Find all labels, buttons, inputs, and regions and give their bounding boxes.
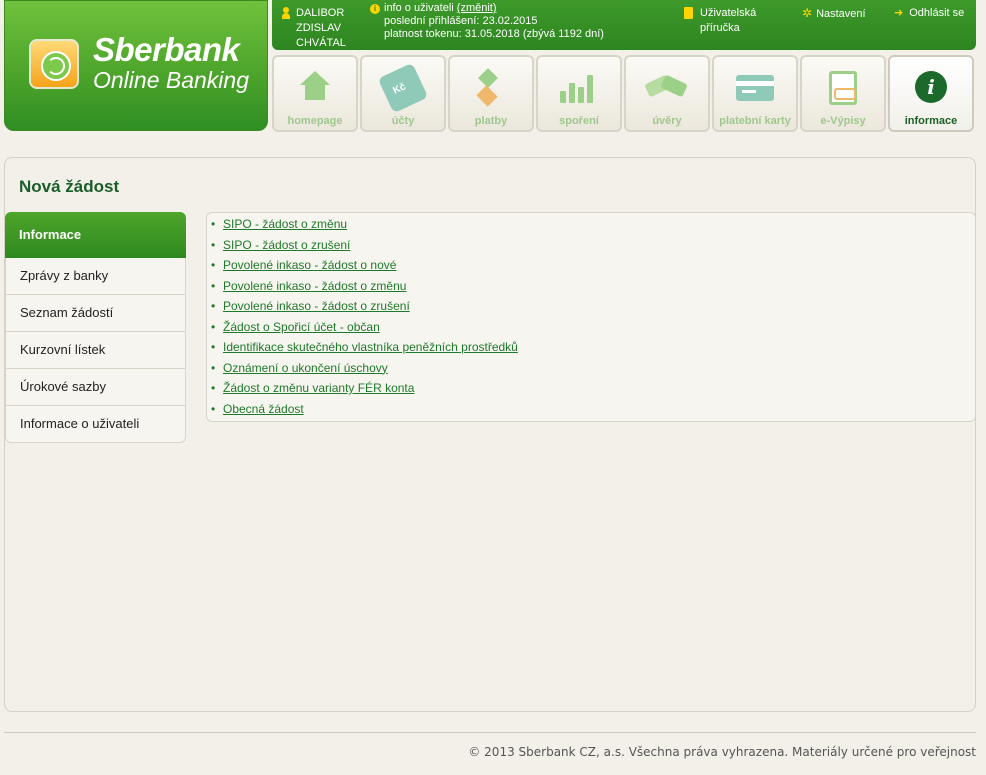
footer-copyright: © 2013 Sberbank CZ, a.s. Všechna práva v…	[468, 745, 976, 759]
settings-link[interactable]: ✲ Nastavení	[802, 6, 866, 20]
change-user-link[interactable]: (změnit)	[457, 2, 497, 14]
home-icon	[300, 71, 330, 101]
card-icon	[736, 75, 774, 101]
savings-chart-icon	[560, 73, 598, 103]
tab-homepage[interactable]: homepage	[272, 55, 358, 132]
tab-savings[interactable]: spoření	[536, 55, 622, 132]
main-nav: homepage účty platby spoření úvěry plate…	[272, 55, 976, 132]
page-title: Nová žádost	[19, 177, 120, 196]
tab-payments[interactable]: platby	[448, 55, 534, 132]
sidemenu-item-informace-o-uzivateli[interactable]: Informace o uživateli	[5, 406, 186, 443]
sberbank-logo-icon	[29, 39, 79, 89]
list-item: • Žádost o Spořicí účet - občan	[211, 319, 380, 334]
request-link[interactable]: Žádost o Spořicí účet - občan	[223, 320, 380, 334]
payments-icon	[471, 69, 511, 109]
request-link[interactable]: SIPO - žádost o změnu	[223, 217, 347, 231]
brand-logo[interactable]: Sberbank Online Banking	[4, 0, 268, 131]
tab-accounts[interactable]: účty	[360, 55, 446, 132]
statement-doc-icon	[829, 71, 857, 105]
gear-icon: ✲	[802, 6, 813, 20]
list-item: • Identifikace skutečného vlastníka peněž…	[211, 340, 518, 354]
logout-link[interactable]: ➜ Odhlásit se	[894, 6, 964, 19]
list-item: • Oznámení o ukončení úschovy	[211, 360, 388, 375]
list-item: • Žádost o změnu varianty FÉR konta	[211, 381, 415, 395]
side-menu: Informace Zprávy z banky Seznam žádostí …	[5, 212, 186, 443]
tab-loans[interactable]: úvěry	[624, 55, 710, 132]
request-link[interactable]: Oznámení o ukončení úschovy	[223, 361, 388, 375]
accounts-tag-icon	[377, 62, 429, 114]
request-link[interactable]: Žádost o změnu varianty FÉR konta	[223, 381, 414, 395]
brand-name: Sberbank	[93, 31, 240, 68]
arrow-right-icon: ➜	[894, 7, 904, 19]
last-login: poslední přihlášení: 23.02.2015	[384, 15, 538, 27]
tab-information[interactable]: i informace	[888, 55, 974, 132]
info-small-icon: i	[370, 4, 380, 14]
footer-divider	[4, 732, 976, 733]
brand-subtitle: Online Banking	[93, 67, 249, 93]
sidemenu-item-kurzovni-listek[interactable]: Kurzovní lístek	[5, 332, 186, 369]
sidemenu-item-informace[interactable]: Informace	[5, 212, 186, 258]
list-item: • Povolené inkaso - žádost o zrušení	[211, 299, 410, 313]
request-link[interactable]: Povolené inkaso - žádost o zrušení	[223, 299, 410, 313]
request-link[interactable]: SIPO - žádost o zrušení	[223, 238, 350, 252]
request-list: • SIPO - žádost o změnu • SIPO - žádost o …	[206, 212, 976, 422]
request-link[interactable]: Povolené inkaso - žádost o změnu	[223, 279, 406, 293]
list-item: • SIPO - žádost o zrušení	[211, 237, 351, 252]
list-item: • Povolené inkaso - žádost o nové	[211, 258, 397, 272]
request-link[interactable]: Identifikace skutečného vlastníka peněžn…	[223, 340, 518, 354]
handshake-icon	[646, 73, 688, 101]
request-link[interactable]: Povolené inkaso - žádost o nové	[223, 258, 396, 272]
user-info: i info o uživateli (změnit) poslední přih…	[370, 2, 604, 41]
request-link[interactable]: Obecná žádost	[223, 402, 304, 416]
list-item: • Obecná žádost	[211, 401, 304, 416]
list-item: • Povolené inkaso - žádost o změnu	[211, 278, 407, 293]
sidemenu-item-seznam-zadosti[interactable]: Seznam žádostí	[5, 295, 186, 332]
content-panel: Nová žádost Informace Zprávy z banky Sez…	[4, 157, 976, 712]
token-validity: platnost tokenu: 31.05.2018 (zbývá 1192 …	[384, 28, 604, 40]
info-label: info o uživateli	[384, 2, 454, 14]
user-icon	[282, 7, 290, 19]
info-icon: i	[915, 71, 947, 103]
sidemenu-item-zpravy-z-banky[interactable]: Zprávy z banky	[5, 258, 186, 295]
sidemenu-item-urokove-sazby[interactable]: Úrokové sazby	[5, 369, 186, 406]
tab-payment-cards[interactable]: platební karty	[712, 55, 798, 132]
tab-e-statements[interactable]: e-Výpisy	[800, 55, 886, 132]
book-icon	[684, 7, 693, 19]
top-bar: DALIBOR ZDISLAV CHVÁTAL i info o uživatel…	[272, 0, 976, 50]
list-item: • SIPO - žádost o změnu	[211, 217, 348, 231]
